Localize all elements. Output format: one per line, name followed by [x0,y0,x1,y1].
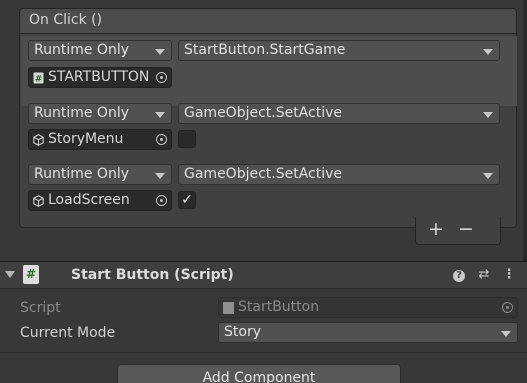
dropdown-arrow-icon [155,49,165,55]
runtime-dropdown-label: Runtime Only [34,166,129,182]
foldout-arrow-icon[interactable] [5,271,15,278]
target-object-label: StoryMenu [48,131,124,147]
script-icon [223,302,234,314]
help-icon-glyph: ? [453,270,465,282]
dropdown-arrow-icon [483,49,493,55]
add-remove-toolbar: + − [415,217,501,245]
bottom-separator [0,352,527,353]
object-picker-icon [156,195,167,206]
scrollbar-gutter [523,0,527,262]
setactive-toggle-3[interactable]: ✓ [178,191,196,209]
runtime-dropdown-label: Runtime Only [34,42,129,58]
dropdown-arrow-icon [155,173,165,179]
runtime-dropdown-3[interactable]: Runtime Only [28,164,172,185]
object-picker-icon [502,302,513,313]
add-component-button[interactable]: Add Component [117,364,401,383]
object-picker-button[interactable] [151,68,171,87]
target-object-field-1[interactable]: # STARTBUTTON [28,67,172,88]
checkmark-icon: ✓ [181,192,193,208]
cube-icon [33,134,44,146]
runtime-dropdown-label: Runtime Only [34,105,129,121]
dropdown-arrow-icon [501,331,511,337]
target-object-label: LoadScreen [48,192,130,208]
dropdown-arrow-icon [483,112,493,118]
function-dropdown-1[interactable]: StartButton.StartGame [178,40,500,61]
cube-icon [33,195,44,207]
function-dropdown-2[interactable]: GameObject.SetActive [178,103,500,124]
object-picker-icon [156,72,167,83]
function-dropdown-label: GameObject.SetActive [184,166,343,182]
current-mode-value: Story [224,324,261,340]
target-object-label: STARTBUTTON [48,69,150,85]
svg-text:#: # [35,75,43,85]
function-dropdown-label: GameObject.SetActive [184,105,343,121]
runtime-dropdown-1[interactable]: Runtime Only [28,40,172,61]
target-object-field-3[interactable]: LoadScreen [28,190,172,211]
event-title: On Click () [20,9,516,34]
remove-entry-button[interactable]: − [454,220,478,240]
object-picker-button[interactable] [151,130,171,149]
object-picker-icon [156,134,167,145]
onclick-event-panel: On Click () Runtime Only StartButton.Sta… [19,8,517,228]
current-mode-label: Current Mode [20,325,116,341]
component-title: Start Button (Script) [71,267,234,283]
target-object-field-2[interactable]: StoryMenu [28,129,172,150]
dropdown-arrow-icon [483,173,493,179]
dropdown-arrow-icon [155,112,165,118]
kebab-menu-icon[interactable]: ⋮ [501,266,517,284]
component-header[interactable]: # Start Button (Script) ? ⇄ ⋮ [0,262,527,289]
add-entry-button[interactable]: + [424,220,448,240]
function-dropdown-label: StartButton.StartGame [184,42,346,58]
script-label: Script [20,300,61,316]
script-field-value: StartButton [238,299,320,315]
script-field: StartButton [218,297,518,318]
function-dropdown-3[interactable]: GameObject.SetActive [178,164,500,185]
current-mode-dropdown[interactable]: Story [218,322,518,343]
object-picker-button[interactable] [151,191,171,210]
setactive-toggle-2[interactable] [178,130,196,148]
help-icon[interactable]: ? [451,266,467,284]
presets-icon[interactable]: ⇄ [476,266,492,284]
runtime-dropdown-2[interactable]: Runtime Only [28,103,172,124]
script-icon: # [23,265,39,284]
script-icon: # [33,72,44,84]
